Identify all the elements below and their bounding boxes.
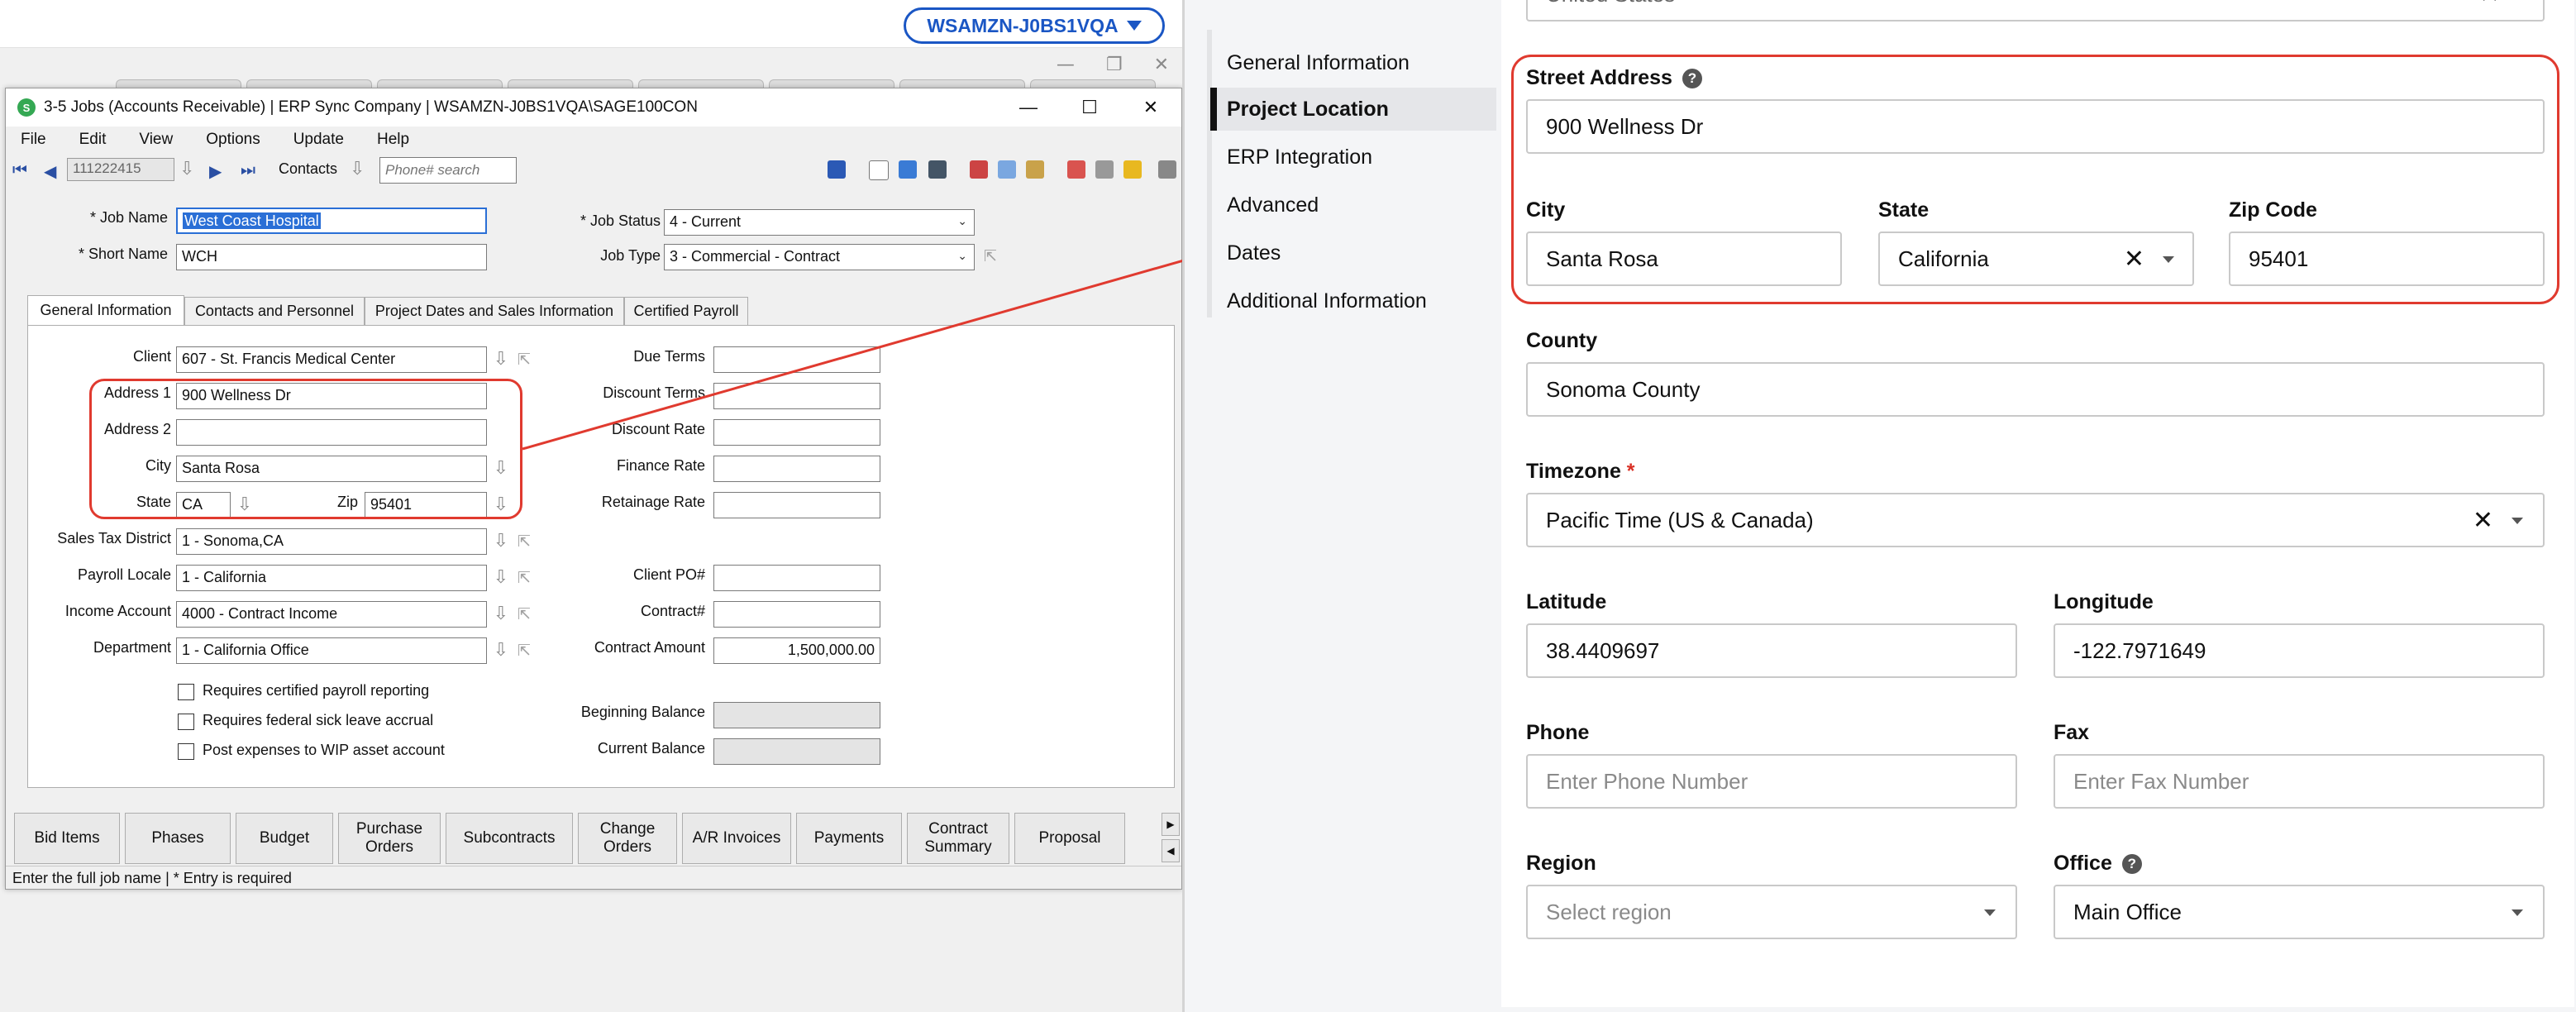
office-label-text: Office	[2054, 852, 2112, 875]
longitude-label: Longitude	[2054, 590, 2154, 613]
timezone-value: Pacific Time (US & Canada)	[1546, 507, 1814, 532]
office-label: Office?	[2054, 852, 2142, 876]
region-select[interactable]: Select region	[1526, 885, 2017, 939]
phone-input[interactable]: Enter Phone Number	[1526, 754, 2017, 809]
nav-additional-information[interactable]: Additional Information	[1210, 279, 1496, 322]
nav-general-information[interactable]: General Information	[1210, 41, 1496, 84]
timezone-label-text: Timezone	[1526, 460, 1621, 483]
longitude-input[interactable]: -122.7971649	[2054, 623, 2545, 678]
timezone-label: Timezone *	[1526, 460, 1635, 484]
phone-label: Phone	[1526, 721, 1590, 744]
county-input[interactable]: Sonoma County	[1526, 362, 2545, 417]
annotation-box-address-web	[1511, 55, 2559, 304]
latitude-label: Latitude	[1526, 590, 1607, 613]
country-select[interactable]: United States ✕	[1526, 0, 2545, 21]
section-nav: General Information Project Location ERP…	[1204, 30, 1501, 327]
clear-icon[interactable]: ✕	[2473, 506, 2493, 535]
fax-label: Fax	[2054, 721, 2090, 744]
fax-input[interactable]: Enter Fax Number	[2054, 754, 2545, 809]
nav-project-location[interactable]: Project Location	[1210, 88, 1496, 131]
region-placeholder: Select region	[1546, 899, 1672, 924]
required-marker: *	[1626, 460, 1635, 483]
office-value: Main Office	[2073, 899, 2182, 924]
office-select[interactable]: Main Office	[2054, 885, 2545, 939]
chevron-down-icon	[2512, 909, 2523, 916]
chevron-down-icon	[1984, 909, 1996, 916]
nav-dates[interactable]: Dates	[1210, 232, 1496, 274]
help-icon[interactable]: ?	[2121, 854, 2142, 875]
nav-advanced[interactable]: Advanced	[1210, 184, 1496, 227]
country-value: United States	[1546, 0, 1675, 7]
nav-erp-integration[interactable]: ERP Integration	[1210, 136, 1496, 179]
county-label: County	[1526, 329, 1598, 352]
clear-icon[interactable]: ✕	[2479, 0, 2500, 9]
chevron-down-icon	[2512, 518, 2523, 524]
latitude-input[interactable]: 38.4409697	[1526, 623, 2017, 678]
timezone-select[interactable]: Pacific Time (US & Canada) ✕	[1526, 493, 2545, 547]
region-label: Region	[1526, 852, 1596, 875]
